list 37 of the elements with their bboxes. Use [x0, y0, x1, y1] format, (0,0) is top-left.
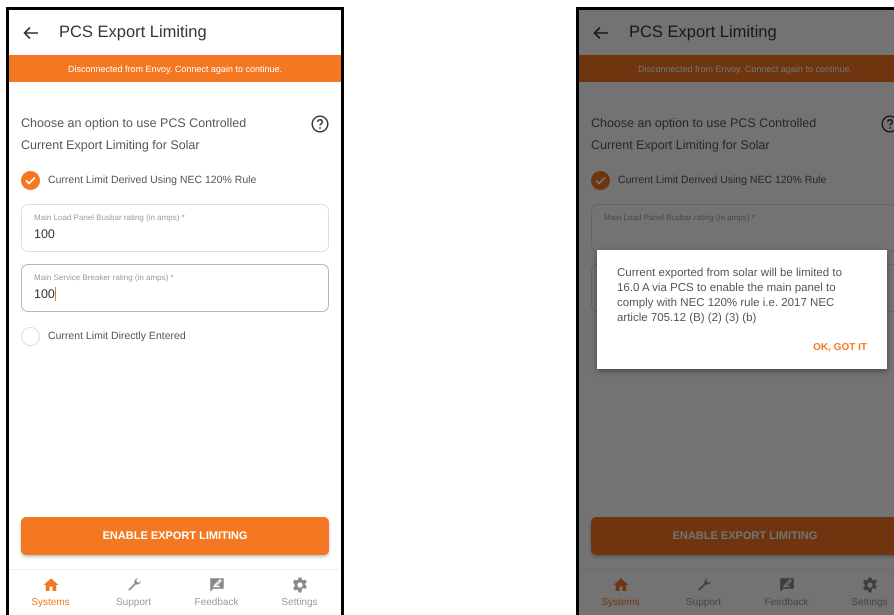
radio-button[interactable]	[21, 326, 40, 346]
enable-export-limiting-button[interactable]: ENABLE EXPORT LIMITING	[21, 517, 329, 555]
check-icon	[595, 176, 606, 184]
feedback-icon	[208, 576, 226, 594]
field-label: Main Service Breaker rating (in amps) *	[34, 273, 175, 282]
question-text: Choose an option to use PCS Controlled Current Export Limiting for Solar	[591, 115, 818, 154]
feedback-icon	[778, 576, 796, 594]
home-icon	[612, 576, 630, 594]
question-text: Choose an option to use PCS Controlled Current Export Limiting for Solar	[21, 115, 248, 154]
input-field[interactable]: Main Load Panel Busbar rating (in amps) * 100	[21, 204, 329, 252]
nav-tab[interactable]: Feedback	[182, 576, 252, 615]
nav-tab[interactable]: Systems	[16, 576, 86, 615]
screen-title: PCS Export Limiting	[59, 23, 207, 42]
help-icon[interactable]	[311, 115, 329, 133]
screen-title: PCS Export Limiting	[629, 23, 777, 42]
field-value: 100	[34, 227, 56, 241]
radio-button[interactable]	[591, 170, 610, 190]
dialog-message: Current exported from solar will be limited to 16.0 A via PCS to enable the main panel to comply with NEC 120% rule i.e. 2017 NEC article 705.12 (B) (2) (3) (b)	[617, 266, 843, 326]
settings-icon	[290, 576, 308, 594]
option-label: Current Limit Derived Using NEC 120% Rule	[618, 174, 826, 186]
radio-button[interactable]	[21, 170, 40, 190]
ok-got-it-button[interactable]: OK, GOT IT	[813, 340, 867, 355]
settings-icon	[860, 576, 878, 594]
input-field[interactable]: Main Service Breaker rating (in amps) * 100	[21, 264, 329, 312]
disconnected-banner: Disconnected from Envoy. Connect again to continue.	[579, 55, 894, 82]
nav-tab[interactable]: Support	[98, 576, 168, 615]
check-icon	[25, 176, 36, 184]
disconnected-banner: Disconnected from Envoy. Connect again to continue.	[9, 55, 341, 82]
field-label: Main Load Panel Busbar rating (in amps) *	[34, 213, 186, 222]
home-icon	[42, 576, 60, 594]
nav-tab[interactable]: Settings	[264, 576, 334, 615]
field-value: 100	[34, 287, 58, 301]
back-arrow-icon[interactable]	[23, 26, 39, 40]
nav-tab[interactable]: Systems	[586, 576, 656, 615]
enable-export-limiting-button[interactable]: ENABLE EXPORT LIMITING	[591, 517, 894, 555]
option-label: Current Limit Derived Using NEC 120% Rule	[48, 174, 256, 186]
option-label: Current Limit Directly Entered	[48, 330, 186, 342]
